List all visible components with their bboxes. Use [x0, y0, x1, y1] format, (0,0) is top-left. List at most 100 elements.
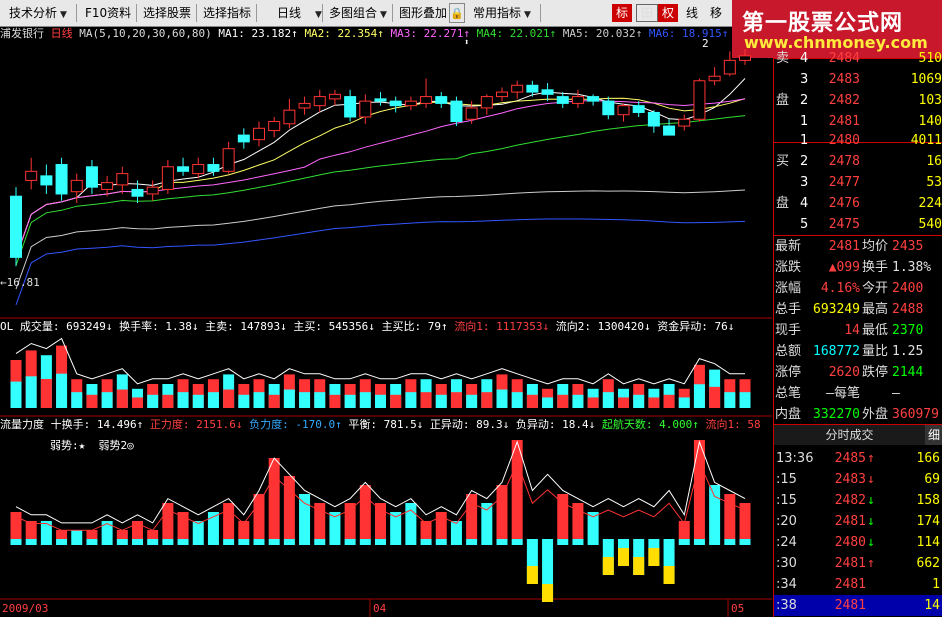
toolbar-divider: [136, 4, 137, 22]
fund-abnormal-value: 资金异动: 76↓: [657, 320, 735, 333]
flow-bar: [466, 494, 478, 539]
flow-bar: [587, 512, 599, 539]
volume-bar-part: [587, 397, 599, 408]
select-stock-button[interactable]: 选择股票: [140, 3, 194, 23]
mode-tab-rights[interactable]: 权: [658, 4, 678, 22]
level-label: 5: [800, 217, 809, 232]
overlay-button[interactable]: 图形叠加: [396, 3, 450, 23]
volume-bar-part: [557, 394, 569, 408]
negative-force: 负力度: -170.0↑: [249, 418, 342, 431]
level-label: 1: [800, 114, 809, 129]
quote-value: 2435: [892, 239, 924, 254]
toolbar-divider: [196, 4, 197, 22]
tick-row[interactable]: :24 2480 ↓ 114: [774, 532, 942, 553]
quote-value: 14: [844, 323, 860, 338]
flow-bar-base: [177, 539, 189, 545]
order-book-row[interactable]: 卖 4 2484 510: [774, 48, 942, 69]
tick-volume: 662: [916, 556, 940, 571]
flow-bar-base: [450, 539, 462, 545]
tick-volume: 14: [924, 598, 940, 613]
order-book-row[interactable]: 1 2480 4011: [774, 130, 942, 151]
tick-row[interactable]: :15 2483 ↓ 69: [774, 469, 942, 490]
tick-direction-icon: ↓: [867, 472, 875, 487]
positive-force: 正力度: 2151.6↓: [149, 418, 243, 431]
tick-price: 2481: [834, 598, 866, 613]
flow-bar-base: [496, 539, 508, 545]
tick-row[interactable]: :34 2481 1: [774, 574, 942, 595]
mode-tab-move[interactable]: 移: [706, 4, 726, 22]
quote-value: 360979: [892, 407, 939, 422]
flow-bar-base: [299, 539, 311, 545]
common-indicators-menu[interactable]: 常用指标 ▼: [470, 3, 534, 23]
flow-bar: [390, 512, 402, 539]
mode-tab-grid[interactable]: 田: [636, 4, 658, 22]
flow-bar-yellow: [648, 548, 660, 566]
toolbar-divider: [540, 4, 541, 22]
tick-row[interactable]: :30 2481 ↑ 662: [774, 553, 942, 574]
chart-area[interactable]: 浦发银行 日线 MA(5,10,20,30,60,80) MA1: 23.182…: [0, 26, 772, 617]
flow-bar-base: [147, 539, 159, 545]
order-price: 2483: [828, 72, 860, 87]
tick-time: 13:36: [776, 451, 814, 466]
level-label: 1: [800, 133, 809, 148]
candle-body: [587, 96, 600, 102]
tick-direction-icon: ↓: [867, 535, 875, 550]
order-book-row[interactable]: 3 2477 53: [774, 172, 942, 193]
flow-bar-base: [390, 539, 402, 545]
flow-bar-base: [678, 539, 690, 545]
quote-value: 2400: [892, 281, 924, 296]
volume-bar-part: [450, 392, 462, 408]
indicator-header: 流量力度 十换手: 14.496↑ 正力度: 2151.6↓ 负力度: -170…: [0, 418, 761, 431]
volume-bar-part: [633, 394, 645, 408]
candle-body: [571, 96, 584, 104]
quote-label: 涨停: [775, 365, 802, 380]
order-book-row[interactable]: 1 2481 140: [774, 111, 942, 132]
tick-row[interactable]: :20 2481 ↓ 174: [774, 511, 942, 532]
side-label: 买: [776, 154, 790, 169]
period-select[interactable]: 日线 ▼: [274, 3, 325, 23]
order-volume: 224: [918, 196, 942, 211]
candle-body: [723, 59, 736, 75]
tech-analysis-menu[interactable]: 技术分析 ▼: [6, 3, 70, 23]
select-indicator-button[interactable]: 选择指标: [200, 3, 254, 23]
level-label: 4: [800, 196, 809, 211]
quote-label: 量比: [862, 344, 889, 359]
tick-volume: 174: [916, 514, 940, 529]
detail-button[interactable]: 细: [925, 425, 942, 445]
candle-body: [663, 125, 676, 136]
flow-bar-base: [207, 539, 219, 545]
order-price: 2475: [828, 217, 860, 232]
order-book-row[interactable]: 盘 2 2482 103: [774, 90, 942, 111]
flow-bar-base: [375, 539, 386, 545]
order-book-row[interactable]: 盘 4 2476 224: [774, 193, 942, 214]
quote-value: 2488: [892, 302, 924, 317]
f10-data-button[interactable]: F10资料: [82, 3, 134, 23]
tick-row[interactable]: :15 2482 ↓ 158: [774, 490, 942, 511]
volume-bar-part: [207, 392, 219, 408]
mode-tab-line[interactable]: 线: [682, 4, 702, 22]
order-book-row[interactable]: 5 2475 540: [774, 214, 942, 235]
quote-row: 涨幅 4.16% 今开 2400: [774, 278, 942, 299]
quote-label: 涨跌: [775, 260, 802, 275]
candle-body: [465, 107, 478, 120]
tick-row[interactable]: :38 2481 14: [774, 595, 942, 616]
level-label: 2: [800, 93, 809, 108]
flow1-value: 流向1: 1117353↓: [454, 320, 550, 333]
order-book-row[interactable]: 3 2483 1069: [774, 69, 942, 90]
flow-bar: [344, 503, 356, 539]
flow-bar: [177, 512, 189, 539]
flow-bar-base: [56, 539, 68, 545]
tick-row[interactable]: 13:36 2485 ↑ 166: [774, 448, 942, 469]
candle-body: [116, 173, 129, 186]
candle-body: [617, 105, 630, 116]
flow-bar-base: [71, 539, 83, 545]
updown-arrow-icon: ⬍: [464, 38, 470, 48]
order-book-row[interactable]: 买 2 2478 16: [774, 151, 942, 172]
mode-tab-label[interactable]: 标: [612, 4, 632, 22]
candle-body: [541, 89, 554, 95]
lock-icon[interactable]: 🔒: [449, 3, 465, 23]
multi-chart-menu[interactable]: 多图组合 ▼: [326, 3, 390, 23]
flow-bar-base: [101, 539, 113, 545]
volume-bar-part: [192, 394, 204, 408]
quote-label: 最新: [775, 239, 802, 254]
